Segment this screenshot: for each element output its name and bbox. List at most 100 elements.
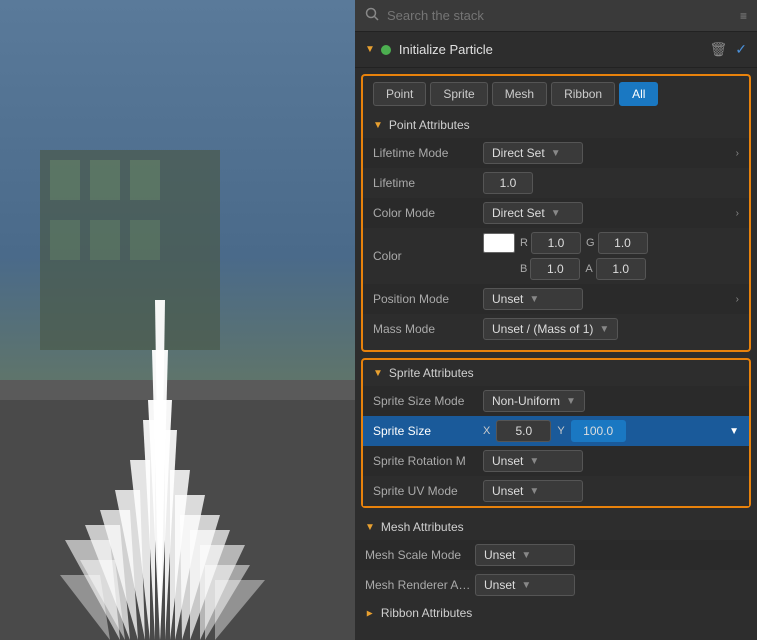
- scene-svg: [0, 0, 355, 640]
- tab-bar: Point Sprite Mesh Ribbon All: [361, 74, 751, 112]
- collapse-arrow-icon[interactable]: ▼: [365, 44, 375, 55]
- expand-right-icon[interactable]: ›: [736, 148, 739, 159]
- ribbon-attributes-section: ▼ Ribbon Attributes: [355, 600, 757, 626]
- expand-right-icon[interactable]: ▼: [729, 426, 739, 437]
- position-mode-value: Unset ▼: [483, 288, 736, 310]
- lifetime-mode-row: Lifetime Mode Direct Set ▼ ›: [363, 138, 749, 168]
- sprite-size-mode-label: Sprite Size Mode: [373, 394, 483, 408]
- chevron-down-icon: ▼: [529, 486, 539, 497]
- sprite-size-y-input[interactable]: [571, 420, 626, 442]
- mesh-renderer-row: Mesh Renderer A… Unset ▼: [355, 570, 757, 600]
- expand-right-icon[interactable]: ›: [736, 294, 739, 305]
- a-input[interactable]: [596, 258, 646, 280]
- chevron-down-icon: ▼: [521, 580, 531, 591]
- chevron-down-icon: ▼: [599, 324, 609, 335]
- ribbon-section-title: Ribbon Attributes: [381, 606, 472, 620]
- search-icon: [365, 7, 379, 24]
- chevron-down-icon: ▼: [566, 396, 576, 407]
- tab-sprite[interactable]: Sprite: [430, 82, 487, 106]
- mesh-section-arrow[interactable]: ▼: [365, 522, 375, 533]
- chevron-down-icon: ▼: [529, 294, 539, 305]
- node-title: Initialize Particle: [399, 42, 710, 57]
- sprite-size-mode-value: Non-Uniform ▼: [483, 390, 739, 412]
- position-mode-dropdown[interactable]: Unset ▼: [483, 288, 583, 310]
- mesh-scale-value: Unset ▼: [475, 544, 747, 566]
- sprite-size-mode-row: Sprite Size Mode Non-Uniform ▼: [363, 386, 749, 416]
- chevron-down-icon: ▼: [521, 550, 531, 561]
- sprite-uv-dropdown[interactable]: Unset ▼: [483, 480, 583, 502]
- point-section-arrow[interactable]: ▼: [373, 120, 383, 131]
- color-mode-dropdown[interactable]: Direct Set ▼: [483, 202, 583, 224]
- expand-right-icon[interactable]: ›: [736, 208, 739, 219]
- mesh-scale-row: Mesh Scale Mode Unset ▼: [355, 540, 757, 570]
- sprite-size-x-input[interactable]: [496, 420, 551, 442]
- right-panel: ≡ ▼ Initialize Particle 🗑 ✓ Point Sprite…: [355, 0, 757, 640]
- sprite-size-value: X Y: [483, 420, 729, 442]
- color-swatch[interactable]: [483, 233, 515, 253]
- sprite-uv-value: Unset ▼: [483, 480, 739, 502]
- mesh-scale-label: Mesh Scale Mode: [365, 548, 475, 562]
- b-input[interactable]: [530, 258, 580, 280]
- mesh-attributes-section: ▼ Mesh Attributes Mesh Scale Mode Unset …: [355, 514, 757, 600]
- sprite-attributes-header: ▼ Sprite Attributes: [363, 360, 749, 386]
- tab-mesh[interactable]: Mesh: [492, 82, 547, 106]
- r-channel: R: [520, 232, 581, 254]
- ribbon-attributes-header: ▼ Ribbon Attributes: [355, 600, 757, 626]
- color-label: Color: [373, 249, 483, 263]
- sprite-size-row: Sprite Size X Y ▼: [363, 416, 749, 446]
- point-attributes-section: ▼ Point Attributes Lifetime Mode Direct …: [361, 112, 751, 352]
- mass-mode-row: Mass Mode Unset / (Mass of 1) ▼: [363, 314, 749, 344]
- position-mode-row: Position Mode Unset ▼ ›: [363, 284, 749, 314]
- confirm-button[interactable]: ✓: [735, 41, 747, 58]
- sprite-section-arrow[interactable]: ▼: [373, 368, 383, 379]
- lifetime-value: [483, 172, 739, 194]
- sprite-attributes-section: ▼ Sprite Attributes Sprite Size Mode Non…: [361, 358, 751, 508]
- a-channel: A: [585, 258, 645, 280]
- g-channel: G: [586, 232, 648, 254]
- sprite-section-title: Sprite Attributes: [389, 366, 474, 380]
- mass-mode-value: Unset / (Mass of 1) ▼: [483, 318, 739, 340]
- mesh-section-title: Mesh Attributes: [381, 520, 464, 534]
- point-attributes-header: ▼ Point Attributes: [363, 112, 749, 138]
- mass-mode-dropdown[interactable]: Unset / (Mass of 1) ▼: [483, 318, 618, 340]
- r-input[interactable]: [531, 232, 581, 254]
- ribbon-section-arrow[interactable]: ▼: [364, 608, 375, 618]
- particle-viewport: [0, 0, 355, 640]
- sprite-rotation-dropdown[interactable]: Unset ▼: [483, 450, 583, 472]
- lifetime-mode-label: Lifetime Mode: [373, 146, 483, 160]
- mesh-renderer-dropdown[interactable]: Unset ▼: [475, 574, 575, 596]
- chevron-down-icon: ▼: [529, 456, 539, 467]
- chevron-down-icon: ▼: [551, 148, 561, 159]
- sprite-rotation-row: Sprite Rotation M Unset ▼: [363, 446, 749, 476]
- lifetime-mode-dropdown[interactable]: Direct Set ▼: [483, 142, 583, 164]
- color-row: Color R G: [363, 228, 749, 284]
- filter-icon[interactable]: ≡: [740, 9, 747, 23]
- position-mode-label: Position Mode: [373, 292, 483, 306]
- sprite-uv-label: Sprite UV Mode: [373, 484, 483, 498]
- search-input[interactable]: [387, 8, 732, 23]
- mesh-attributes-header: ▼ Mesh Attributes: [355, 514, 757, 540]
- tab-point[interactable]: Point: [373, 82, 426, 106]
- lifetime-input[interactable]: [483, 172, 533, 194]
- delete-button[interactable]: 🗑: [709, 41, 727, 58]
- chevron-down-icon: ▼: [551, 208, 561, 219]
- g-input[interactable]: [598, 232, 648, 254]
- b-channel: B: [520, 258, 580, 280]
- header-actions: 🗑 ✓: [709, 41, 747, 58]
- sprite-size-mode-dropdown[interactable]: Non-Uniform ▼: [483, 390, 585, 412]
- initialize-particle-header: ▼ Initialize Particle 🗑 ✓: [355, 32, 757, 68]
- tab-all[interactable]: All: [619, 82, 658, 106]
- sprite-rotation-label: Sprite Rotation M: [373, 454, 483, 468]
- sprite-rotation-value: Unset ▼: [483, 450, 739, 472]
- sprite-size-label: Sprite Size: [373, 424, 483, 438]
- mesh-renderer-value: Unset ▼: [475, 574, 747, 596]
- lifetime-label: Lifetime: [373, 176, 483, 190]
- color-value: R G B A: [483, 232, 739, 280]
- mesh-scale-dropdown[interactable]: Unset ▼: [475, 544, 575, 566]
- point-section-title: Point Attributes: [389, 118, 470, 132]
- mesh-renderer-label: Mesh Renderer A…: [365, 578, 475, 592]
- lifetime-mode-value: Direct Set ▼: [483, 142, 736, 164]
- tab-ribbon[interactable]: Ribbon: [551, 82, 615, 106]
- search-bar: ≡: [355, 0, 757, 32]
- color-mode-row: Color Mode Direct Set ▼ ›: [363, 198, 749, 228]
